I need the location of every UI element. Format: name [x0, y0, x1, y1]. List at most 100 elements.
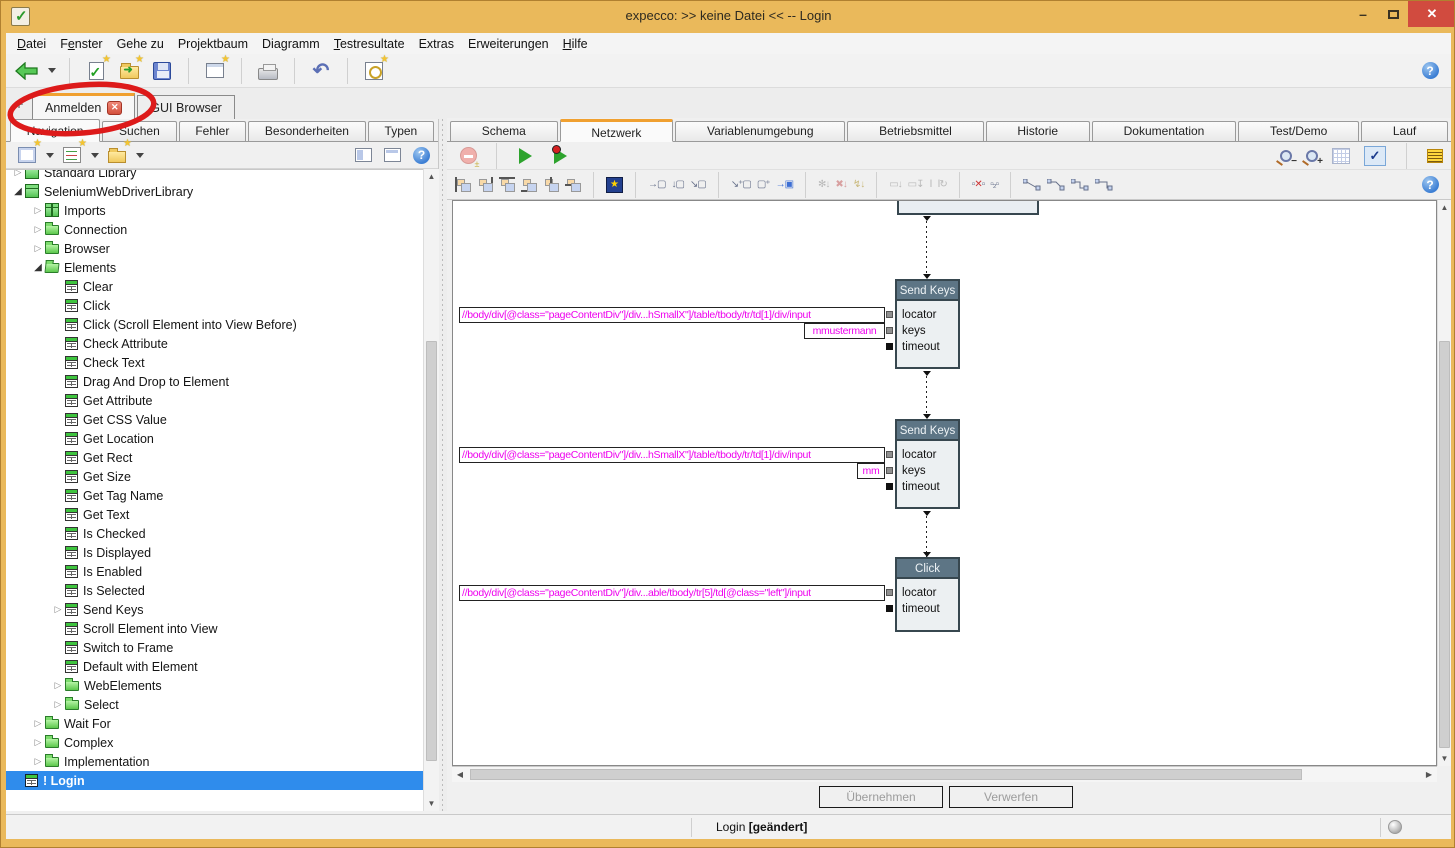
add-tab-button[interactable]: +	[10, 96, 28, 116]
tree-item-get-tag-name[interactable]: Get Tag Name	[6, 486, 423, 505]
expander-icon[interactable]: ◢	[12, 182, 24, 201]
stop-button[interactable]	[455, 143, 481, 169]
diagram-canvas[interactable]: Send Keys locator keys timeout //body/di…	[452, 200, 1437, 766]
tree-help-button[interactable]: ?	[413, 147, 430, 164]
new-item-chevron[interactable]	[136, 153, 144, 158]
tree-item-clear[interactable]: Clear	[6, 277, 423, 296]
tree-item-webelements[interactable]: ▷WebElements	[6, 676, 423, 695]
back-button[interactable]	[14, 58, 40, 84]
connector-step-button[interactable]	[1071, 179, 1089, 191]
tree-item-get-attribute[interactable]: Get Attribute	[6, 391, 423, 410]
undo-button[interactable]: ↶	[308, 58, 334, 84]
editor-tab-betriebsmittel[interactable]: Betriebsmittel	[847, 121, 983, 141]
locator-value-box[interactable]: //body/div[@class="pageContentDiv"]/div.…	[459, 585, 885, 601]
expander-icon[interactable]: ▷	[32, 752, 44, 771]
reconnect-pins-button[interactable]: ▫₂▫	[990, 179, 998, 190]
diagram-block-send-keys-2[interactable]: Send Keys locator keys timeout	[895, 419, 960, 509]
save-button[interactable]	[149, 58, 175, 84]
menu-item-diagramm[interactable]: Diagramm	[255, 36, 327, 52]
align-left-button[interactable]	[455, 177, 471, 192]
keys-value-box[interactable]: mmustermann	[804, 323, 885, 339]
lightning-action-button[interactable]: ↯↓	[853, 179, 864, 190]
document-tab-anmelden[interactable]: Anmelden✕	[32, 93, 135, 119]
run-button[interactable]	[512, 143, 538, 169]
pin-locator[interactable]: locator	[897, 447, 958, 463]
menu-item-erweiterungen[interactable]: Erweiterungen	[461, 36, 556, 52]
align-center-horizontal-button[interactable]	[543, 177, 559, 192]
tree-item-browser[interactable]: ▷Browser	[6, 239, 423, 258]
expander-icon[interactable]: ▷	[32, 714, 44, 733]
tree-item-default-with-element[interactable]: Default with Element	[6, 657, 423, 676]
insert-output-pin-button[interactable]: ↘▢	[690, 179, 706, 190]
grid-toggle-button[interactable]	[1332, 148, 1350, 164]
align-center-vertical-button[interactable]	[565, 177, 581, 192]
tree-item-select[interactable]: ▷Select	[6, 695, 423, 714]
tree-item-is-displayed[interactable]: Is Displayed	[6, 543, 423, 562]
tree-item-send-keys[interactable]: ▷Send Keys	[6, 600, 423, 619]
connector-straight-button[interactable]	[1023, 179, 1041, 191]
editor-tab-variablenumgebung[interactable]: Variablenumgebung	[675, 121, 845, 141]
document-tab-gui-browser[interactable]: GUI Browser	[137, 95, 235, 119]
align-bottom-button[interactable]	[521, 177, 537, 192]
input-pin-square[interactable]	[886, 311, 893, 318]
tab-fehler[interactable]: Fehler	[179, 121, 247, 141]
tree-item-imports[interactable]: ▷Imports	[6, 201, 423, 220]
disconnect-pins-button[interactable]: ▫✕▫	[972, 179, 984, 190]
tree-item-connection[interactable]: ▷Connection	[6, 220, 423, 239]
tree-item-get-location[interactable]: Get Location	[6, 429, 423, 448]
menu-item-fenster[interactable]: Fenster	[53, 36, 109, 52]
diagram-block-click[interactable]: Click locator timeout	[895, 557, 960, 632]
insert-step-button[interactable]: ↓▢	[671, 179, 683, 190]
new-item-button[interactable]	[104, 142, 130, 168]
layout-view-icon[interactable]	[384, 148, 401, 162]
gear-action-button[interactable]: ✻↓	[818, 179, 829, 190]
apply-button[interactable]: Übernehmen	[819, 786, 943, 808]
pin-timeout[interactable]: timeout	[897, 601, 958, 617]
tree-item-complex[interactable]: ▷Complex	[6, 733, 423, 752]
expander-icon[interactable]: ▷	[32, 733, 44, 752]
tree-item-switch-to-frame[interactable]: Switch to Frame	[6, 638, 423, 657]
editor-tab-netzwerk[interactable]: Netzwerk	[560, 119, 674, 142]
menu-item-gehe-zu[interactable]: Gehe zu	[110, 36, 171, 52]
tree-item-click[interactable]: Click	[6, 296, 423, 315]
tree-item-get-css-value[interactable]: Get CSS Value	[6, 410, 423, 429]
tab-typen[interactable]: Typen	[368, 121, 434, 141]
expander-icon[interactable]: ▷	[52, 695, 64, 714]
input-pin-square[interactable]	[886, 605, 893, 612]
maximize-button[interactable]	[1378, 1, 1408, 27]
align-top-button[interactable]	[499, 177, 515, 192]
list-mode-chevron[interactable]	[91, 153, 99, 158]
tree-item-check-attribute[interactable]: Check Attribute	[6, 334, 423, 353]
pin-up-action-button[interactable]: ▭↓	[889, 179, 901, 190]
tree-item-check-text[interactable]: Check Text	[6, 353, 423, 372]
scroll-right-arrow[interactable]: ▶	[1421, 767, 1437, 782]
connector-step2-button[interactable]	[1095, 179, 1113, 191]
detach-view-icon[interactable]	[355, 148, 372, 162]
panel-splitter[interactable]	[439, 119, 447, 811]
tab-besonderheiten[interactable]: Besonderheiten	[248, 121, 366, 141]
canvas-vertical-scrollbar[interactable]: ▲ ▼	[1437, 200, 1451, 766]
accept-changes-button[interactable]	[83, 58, 109, 84]
locator-value-box[interactable]: //body/div[@class="pageContentDiv"]/div.…	[459, 307, 885, 323]
tree-item-elements[interactable]: ◢Elements	[6, 258, 423, 277]
add-block-button[interactable]: ↘⁺▢	[731, 179, 751, 190]
editor-tab-schema[interactable]: Schema	[450, 121, 558, 141]
snap-toggle-button[interactable]: ✓	[1364, 146, 1386, 166]
tree-item-get-text[interactable]: Get Text	[6, 505, 423, 524]
menu-item-extras[interactable]: Extras	[412, 36, 461, 52]
tree-item-drag-and-drop-to-element[interactable]: Drag And Drop to Element	[6, 372, 423, 391]
log-panel-button[interactable]	[1427, 149, 1443, 163]
pin-locator[interactable]: locator	[897, 585, 958, 601]
pin-down-action-button[interactable]: ▭↧	[908, 179, 924, 190]
menu-item-datei[interactable]: Datei	[10, 36, 53, 52]
tree-item-seleniumwebdriverlibrary[interactable]: ◢SeleniumWebDriverLibrary	[6, 182, 423, 201]
tree-vertical-scrollbar[interactable]: ▲ ▼	[423, 169, 439, 811]
scroll-up-arrow[interactable]: ▲	[424, 169, 439, 184]
input-pin-square[interactable]	[886, 483, 893, 490]
tab-close-icon[interactable]: ✕	[107, 101, 122, 115]
view-mode-button[interactable]	[14, 142, 40, 168]
add-connection-button[interactable]: →▣	[776, 179, 793, 190]
editor-tab-historie[interactable]: Historie	[986, 121, 1090, 141]
pin-timeout[interactable]: timeout	[897, 339, 958, 355]
input-pin-square[interactable]	[886, 589, 893, 596]
